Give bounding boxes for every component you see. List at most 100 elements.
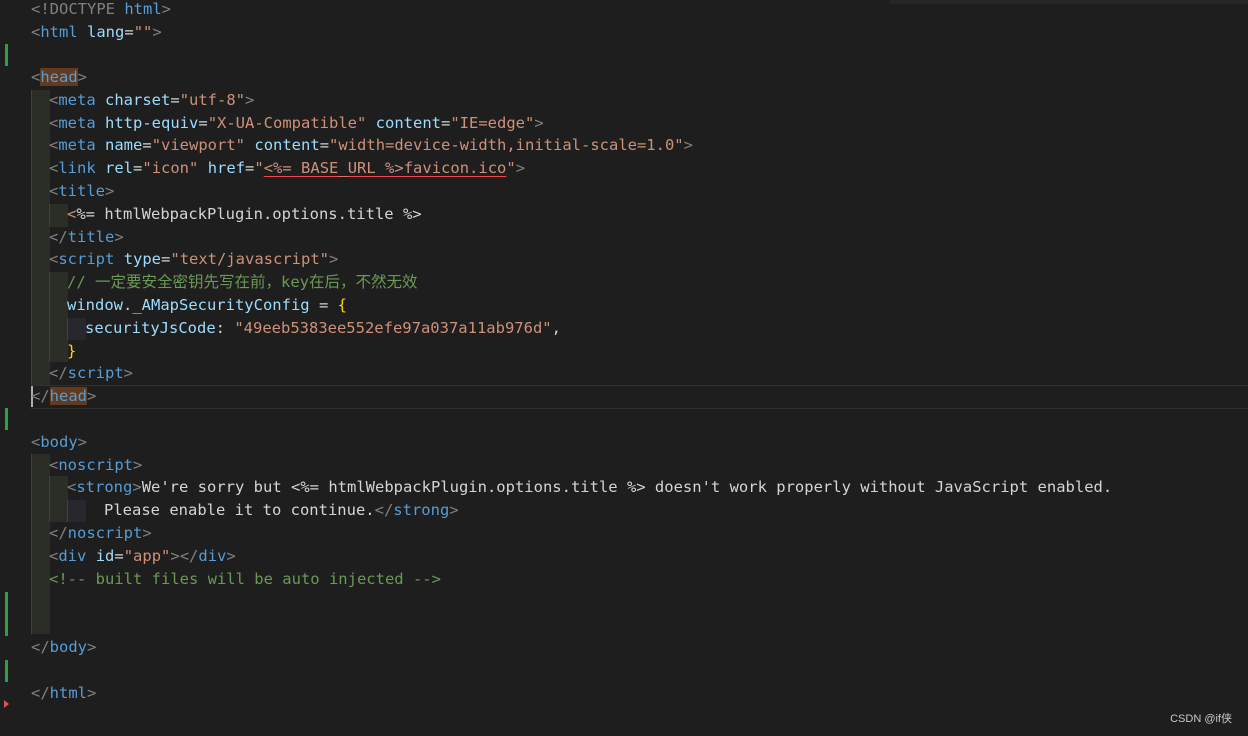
- token-string: "IE=edge": [450, 114, 535, 132]
- code-line-title-content[interactable]: <%= htmlWebpackPlugin.options.title %>: [67, 203, 422, 226]
- token-bracket: <: [49, 547, 59, 565]
- token-operator: :: [215, 319, 235, 337]
- indent-guide: [67, 318, 86, 340]
- token-operator: =: [245, 159, 255, 177]
- code-line-strong-continue[interactable]: Please enable it to continue.</strong>: [104, 499, 459, 522]
- token-bracket: <: [31, 23, 41, 41]
- token-bracket: <: [49, 159, 59, 177]
- code-line-noscript-open[interactable]: <noscript>: [49, 454, 142, 477]
- code-line-script-close[interactable]: </script>: [49, 362, 133, 385]
- token-tag: title: [58, 182, 106, 200]
- code-line-html-comment[interactable]: <!-- built files will be auto injected -…: [49, 568, 441, 591]
- token-attribute: href: [207, 159, 246, 177]
- code-line-head-close[interactable]: </head>: [31, 385, 96, 408]
- token-comment: <!-- built files will be auto injected -…: [49, 570, 441, 588]
- token-ejs-error-squiggle[interactable]: <%= BASE_URL %>favicon.ico: [264, 159, 507, 177]
- token-bracket: >: [133, 456, 143, 474]
- token-operator: =: [309, 296, 338, 314]
- token-bracket: <: [49, 456, 59, 474]
- indent-guide: [49, 204, 68, 227]
- code-line-js-comment[interactable]: // 一定要安全密钥先写在前，key在后，不然无效: [67, 271, 418, 294]
- token-tag: script: [58, 250, 115, 268]
- token-tag: div: [58, 547, 87, 565]
- code-line-div-app[interactable]: <div id="app"></div>: [49, 545, 236, 568]
- token-tag: noscript: [67, 524, 143, 542]
- code-line-title-close[interactable]: </title>: [49, 226, 124, 249]
- token-bracket: >: [87, 684, 97, 702]
- token-operator: =: [142, 136, 152, 154]
- code-line-meta-charset[interactable]: <meta charset="utf-8">: [49, 89, 254, 112]
- token-bracket: >: [114, 228, 124, 246]
- token-tag: body: [40, 433, 78, 451]
- token-bracket: >: [142, 524, 152, 542]
- token-punctuation: ,: [551, 319, 561, 337]
- token-tag: html: [40, 23, 78, 41]
- token-string: "text/javascript": [170, 250, 329, 268]
- token-bracket: <: [49, 114, 59, 132]
- scroll-shadow: [890, 0, 1248, 4]
- token-string: "app": [123, 547, 171, 565]
- token-bracket: >: [161, 0, 171, 18]
- token-string: "utf-8": [179, 91, 246, 109]
- token-string: ": [254, 159, 264, 177]
- token-string: "icon": [142, 159, 199, 177]
- token-brace: }: [67, 342, 77, 360]
- token-bracket: >: [152, 23, 162, 41]
- gutter-modified-marker: [5, 44, 8, 66]
- token-bracket: >: [132, 478, 142, 496]
- token-bracket: >: [77, 433, 88, 451]
- code-line-strong-open[interactable]: <strong>We're sorry but <%= htmlWebpackP…: [67, 476, 1112, 499]
- token-string: "width=device-width,initial-scale=1.0": [329, 136, 684, 154]
- token-bracket: </: [49, 364, 68, 382]
- code-line-link-icon[interactable]: <link rel="icon" href="<%= BASE_URL %>fa…: [49, 157, 525, 180]
- token-bracket: </: [374, 501, 394, 519]
- token-bracket: <: [49, 91, 59, 109]
- token-tag: meta: [58, 114, 96, 132]
- code-line-js-window[interactable]: window._AMapSecurityConfig = {: [67, 294, 347, 317]
- token-attribute: http-equiv: [105, 114, 199, 132]
- code-line-doctype[interactable]: <!DOCTYPE html>: [31, 0, 171, 21]
- code-line-meta-http-equiv[interactable]: <meta http-equiv="X-UA-Compatible" conte…: [49, 112, 544, 135]
- code-line-body-close[interactable]: </body>: [31, 636, 96, 659]
- token-bracket: </: [49, 524, 68, 542]
- code-line-js-security-code[interactable]: securityJsCode: "49eeb5383ee552efe97a037…: [85, 317, 561, 340]
- token-bracket: >: [683, 136, 693, 154]
- code-line-title-open[interactable]: <title>: [49, 180, 114, 203]
- token-string: favicon.ico: [403, 159, 507, 177]
- code-line-script-open[interactable]: <script type="text/javascript">: [49, 248, 338, 271]
- token-bracket: <: [67, 478, 77, 496]
- token-bracket: ></: [170, 547, 199, 565]
- token-bracket: </: [31, 638, 50, 656]
- token-tag: title: [67, 228, 115, 246]
- code-line-js-brace-close[interactable]: }: [67, 340, 76, 363]
- token-bracket: >: [105, 182, 115, 200]
- token-string: "": [133, 23, 153, 41]
- token-bracket: >: [449, 501, 459, 519]
- code-line-head-open[interactable]: <head>: [31, 66, 87, 89]
- token-attribute: charset: [105, 91, 171, 109]
- token-bracket: >: [77, 68, 88, 86]
- code-line-body-open[interactable]: <body>: [31, 431, 87, 454]
- token-tag: div: [198, 547, 227, 565]
- token-string: "49eeb5383ee552efe97a037a11ab976d": [234, 319, 552, 337]
- token-comment: // 一定要安全密钥先写在前，key在后，不然无效: [67, 273, 418, 291]
- token-tag-matched: head: [40, 68, 78, 86]
- token-tag-matched: head: [49, 387, 87, 405]
- code-line-html-open[interactable]: <html lang="">: [31, 21, 162, 44]
- token-bracket: </: [31, 684, 50, 702]
- token-attribute: content: [375, 114, 441, 132]
- token-bracket: >: [226, 547, 236, 565]
- token-bracket: >: [515, 159, 526, 177]
- code-line-noscript-close[interactable]: </noscript>: [49, 522, 152, 545]
- code-line-html-close[interactable]: </html>: [31, 682, 96, 705]
- token-bracket: <: [49, 136, 59, 154]
- gutter-modified-marker: [5, 408, 8, 430]
- code-line-meta-viewport[interactable]: <meta name="viewport" content="width=dev…: [49, 134, 693, 157]
- indent-guide: [49, 272, 68, 362]
- code-editor[interactable]: <!DOCTYPE html> <html lang=""> <head> <m…: [0, 0, 1248, 736]
- token-bracket: </: [31, 387, 50, 405]
- token-string: ": [506, 159, 516, 177]
- token-text: %= htmlWebpackPlugin.options.title %>: [76, 205, 422, 223]
- token-operator: =: [161, 250, 171, 268]
- token-tag: html: [49, 684, 87, 702]
